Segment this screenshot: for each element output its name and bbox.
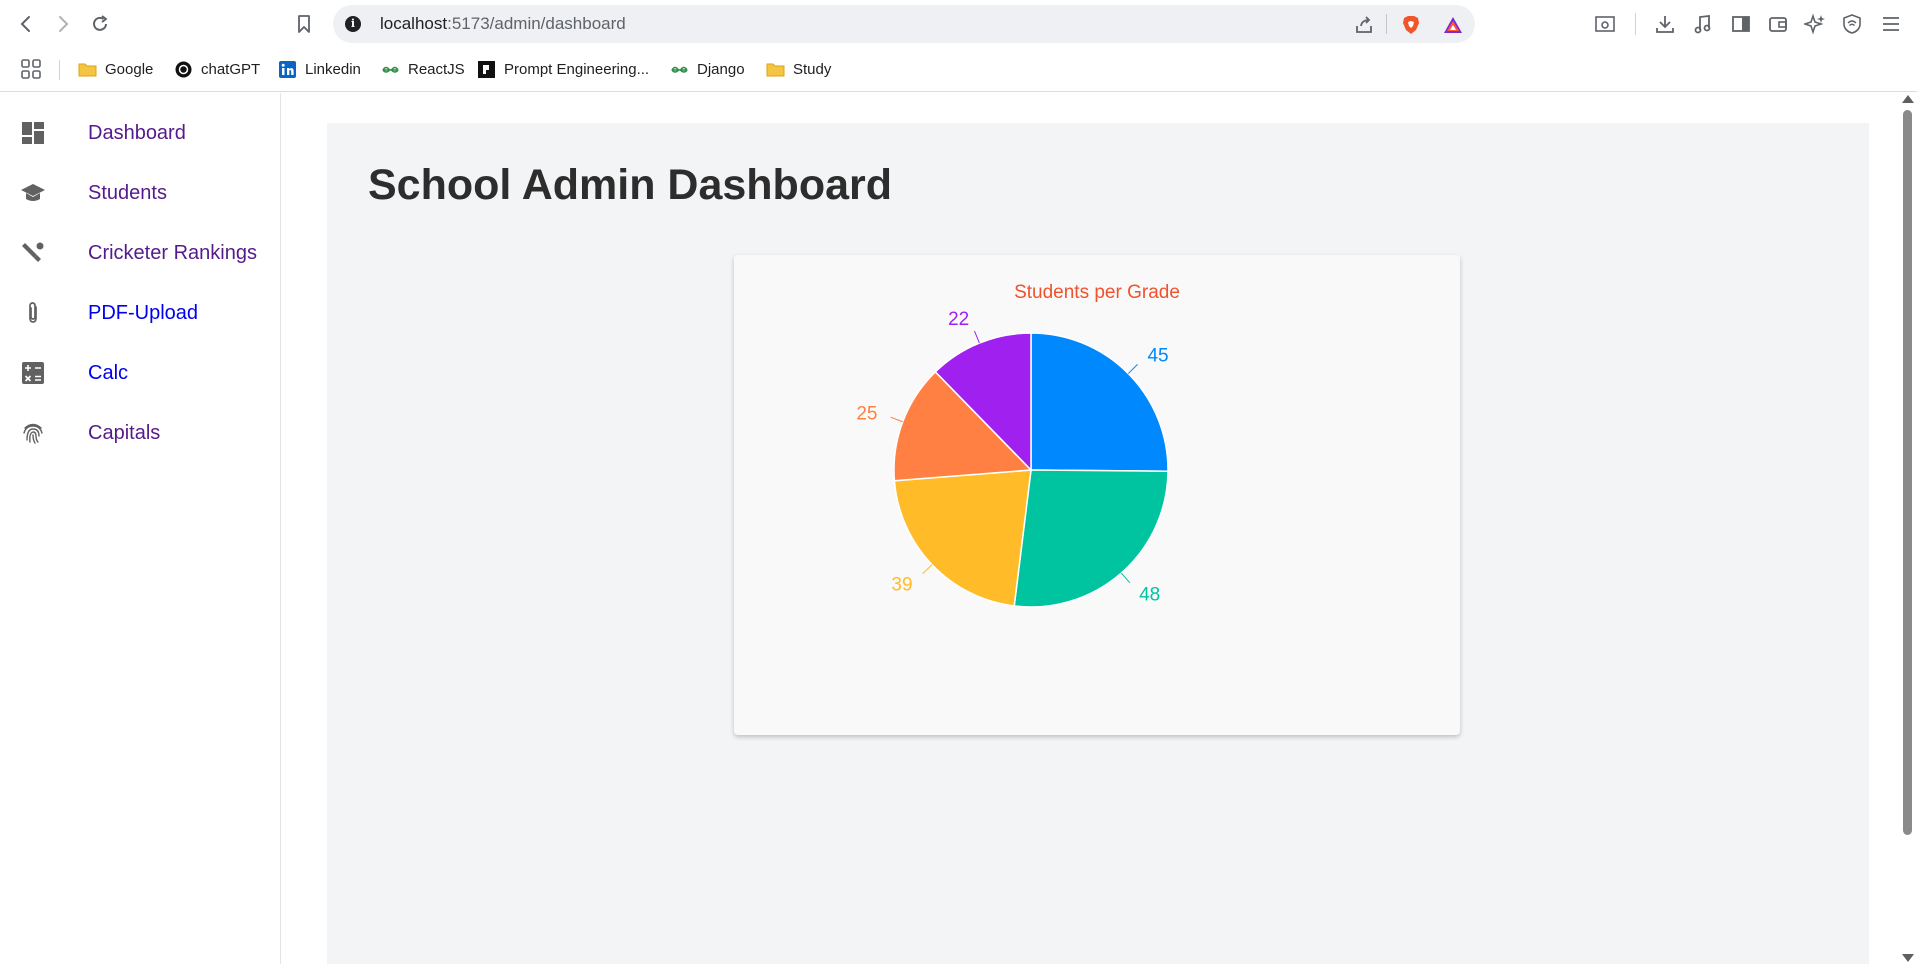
pie-label-line — [1120, 572, 1131, 584]
bookmark-label: Study — [793, 60, 832, 78]
sidebar-item-label[interactable]: Students — [88, 182, 167, 205]
menu-icon[interactable] — [1880, 13, 1902, 35]
leo-ai-icon[interactable] — [1802, 13, 1826, 35]
pie-chart: Students per Grade 45 48 39 25 22 — [856, 282, 1180, 608]
pie-label-line — [922, 564, 933, 575]
browser-toolbar: i localhost:5173/admin/dashboard — [0, 0, 1917, 48]
pie-data-label: 48 — [1139, 584, 1160, 605]
bookmark-chatgpt[interactable]: chatGPT — [174, 57, 260, 81]
bookmark-label: chatGPT — [201, 60, 261, 78]
sidebar-item-label[interactable]: Capitals — [88, 422, 160, 445]
sidebar-item-label[interactable]: Cricketer Rankings — [88, 242, 257, 265]
back-button[interactable] — [12, 10, 40, 38]
chatgpt-icon — [175, 61, 192, 77]
vpn-icon[interactable] — [1841, 13, 1863, 35]
school-icon — [20, 180, 46, 206]
fingerprint-icon — [20, 420, 46, 446]
sidebar-item-cricketer-rankings[interactable]: Cricketer Rankings — [0, 229, 280, 277]
linkedin-icon — [279, 60, 296, 78]
bookmark-linkedin[interactable]: Linkedin — [278, 57, 361, 81]
brave-rewards-icon[interactable] — [1442, 14, 1464, 36]
sidebar: Dashboard Students Cricketer Rankings PD… — [0, 93, 281, 964]
prompt-icon — [478, 60, 495, 78]
bookmark-icon — [298, 15, 310, 33]
music-icon[interactable] — [1692, 13, 1714, 35]
main-content: School Admin Dashboard Students per Grad… — [281, 93, 1898, 964]
dashboard-icon — [20, 120, 46, 146]
scroll-up-arrow-icon[interactable] — [1902, 95, 1914, 103]
pie-label-line — [1127, 364, 1138, 374]
sidebar-item-label[interactable]: PDF-Upload — [88, 302, 198, 325]
chart-card: Students per Grade 45 48 39 25 22 — [734, 255, 1460, 735]
pie-data-label: 45 — [1147, 346, 1168, 367]
sidebar-item-pdf-upload[interactable]: PDF-Upload — [0, 289, 280, 337]
apps-grid-icon[interactable] — [20, 58, 42, 80]
folder-icon — [766, 63, 785, 76]
pie-data-label: 22 — [948, 309, 969, 330]
sidebar-item-label[interactable]: Dashboard — [88, 122, 186, 145]
url-separator — [1386, 14, 1387, 34]
downloads-icon[interactable] — [1654, 13, 1676, 35]
bookmark-study[interactable]: Study — [766, 57, 831, 81]
bookmark-label: Linkedin — [305, 60, 361, 78]
back-arrow-icon — [20, 16, 30, 32]
toolbar-separator — [1635, 13, 1636, 35]
bookmarks-separator — [59, 60, 60, 80]
brave-shields-icon[interactable] — [1400, 14, 1422, 36]
page-scrollbar[interactable] — [1898, 93, 1917, 964]
chart-title: Students per Grade — [1014, 282, 1180, 303]
bookmark-prompt-engineering[interactable]: Prompt Engineering... — [477, 57, 649, 81]
url-text[interactable]: localhost:5173/admin/dashboard — [380, 14, 626, 34]
bookmark-label: ReactJS — [408, 60, 465, 78]
attachment-icon — [20, 300, 46, 326]
sidebar-item-students[interactable]: Students — [0, 169, 280, 217]
forward-button[interactable] — [49, 10, 77, 38]
bookmark-django[interactable]: Django — [670, 57, 745, 81]
pie-data-label: 39 — [891, 574, 912, 595]
share-icon[interactable] — [1353, 14, 1375, 36]
sidebar-toggle-icon[interactable] — [1730, 13, 1752, 35]
bookmark-google[interactable]: Google — [78, 57, 153, 81]
cricket-icon — [20, 240, 46, 266]
bookmarks-bar: Google chatGPT Linkedin ReactJS Prompt E… — [0, 48, 1917, 92]
wallet-icon[interactable] — [1767, 13, 1789, 35]
pie-label-line — [974, 330, 980, 344]
site-info-icon[interactable]: i — [345, 16, 361, 32]
sidebar-item-dashboard[interactable]: Dashboard — [0, 109, 280, 157]
bookmark-label: Django — [697, 60, 745, 78]
bookmark-reactjs[interactable]: ReactJS — [381, 57, 465, 81]
bookmark-page-button[interactable] — [290, 10, 318, 38]
address-bar[interactable]: i localhost:5173/admin/dashboard — [333, 5, 1475, 43]
dashboard-panel: School Admin Dashboard Students per Grad… — [327, 123, 1869, 964]
reader-mode-icon[interactable] — [1594, 13, 1616, 35]
bookmark-label: Prompt Engineering... — [504, 60, 650, 78]
sidebar-item-label[interactable]: Calc — [88, 362, 128, 385]
reload-icon — [93, 15, 107, 31]
folder-icon — [78, 63, 97, 76]
page-title: School Admin Dashboard — [368, 161, 892, 209]
scroll-down-arrow-icon[interactable] — [1902, 954, 1914, 962]
pie-label-line — [890, 416, 903, 423]
calculator-icon — [20, 360, 46, 386]
geeksforgeeks-icon — [671, 66, 688, 73]
pie-slice[interactable] — [893, 469, 1032, 607]
pie-slices — [893, 332, 1169, 608]
geeksforgeeks-icon — [382, 66, 399, 73]
forward-arrow-icon — [59, 16, 69, 32]
scrollbar-thumb[interactable] — [1903, 110, 1912, 835]
sidebar-item-capitals[interactable]: Capitals — [0, 409, 280, 457]
reload-button[interactable] — [86, 10, 114, 38]
sidebar-item-calc[interactable]: Calc — [0, 349, 280, 397]
bookmark-label: Google — [105, 60, 154, 78]
pie-data-label: 25 — [856, 403, 877, 424]
